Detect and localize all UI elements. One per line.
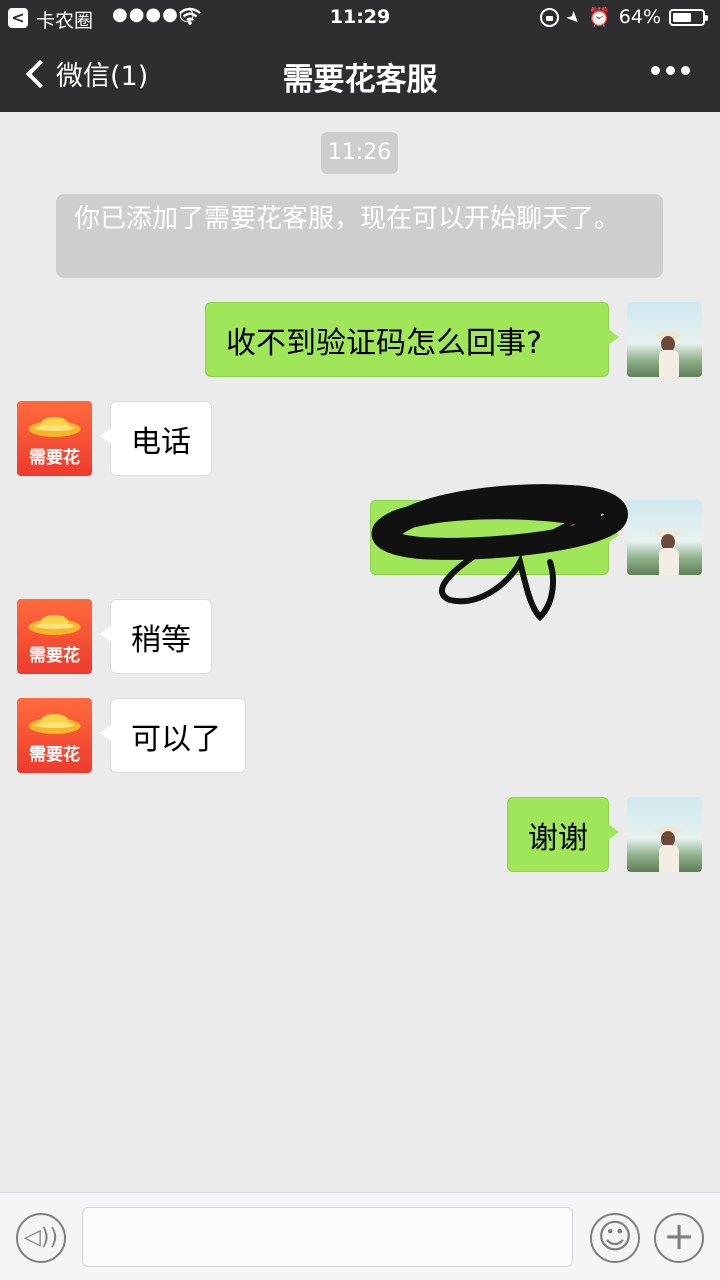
ingot-icon [28,714,81,734]
message-bubble-incoming[interactable]: 稍等 [100,599,212,674]
voice-wave-icon: ◁)) [23,1225,59,1250]
brand-logo-text: 需要花 [29,448,80,468]
user-avatar[interactable] [627,797,702,872]
ingot-icon [28,615,81,635]
status-right: ➤ ⏰ 64% [539,5,708,29]
message-input[interactable] [82,1207,573,1267]
voice-input-button[interactable]: ◁)) [16,1213,66,1263]
nav-bar: 微信(1) 需要花客服 [0,36,720,112]
message-bubble-incoming[interactable]: 电话 [100,401,212,476]
top-bar: < 卡农圈 ●●●●○ 11:29 ➤ ⏰ 64% 微信(1) 需要花客服 [0,0,720,112]
message-bubble-outgoing[interactable]: 谢谢 [507,797,619,872]
plus-icon: + [663,1214,695,1258]
message-bubble-outgoing[interactable]: 收不到验证码怎么回事? [205,302,619,377]
battery-percent: 64% [618,6,661,28]
user-avatar[interactable] [627,500,702,575]
more-actions-button[interactable]: + [654,1213,704,1263]
brand-avatar[interactable]: 需要花 [17,401,92,476]
user-avatar[interactable] [627,302,702,377]
more-dot-icon [666,66,675,75]
status-bar: < 卡农圈 ●●●●○ 11:29 ➤ ⏰ 64% [0,0,720,36]
emoji-button[interactable]: ☺ [590,1213,640,1263]
message-bubble-incoming[interactable]: 可以了 [100,698,246,773]
rotation-lock-icon [539,7,559,27]
more-dot-icon [651,66,660,75]
input-bar: ◁)) ☺ + [0,1192,720,1280]
brand-logo-text: 需要花 [29,745,80,765]
chat-title: 需要花客服 [282,62,438,98]
brand-avatar[interactable]: 需要花 [17,698,92,773]
smiley-icon: ☺ [597,1217,633,1257]
message-bubble-outgoing-redacted[interactable] [370,500,619,575]
chat-area[interactable]: 11:26 你已添加了需要花客服，现在可以开始聊天了。 收不到验证码怎么回事? … [0,112,720,1192]
system-notice: 你已添加了需要花客服，现在可以开始聊天了。 [56,194,663,278]
ingot-icon [28,417,81,437]
location-arrow-icon: ➤ [562,5,586,29]
alarm-icon: ⏰ [588,6,611,28]
more-dot-icon [681,66,690,75]
battery-icon [669,8,708,26]
message-timestamp: 11:26 [321,132,398,174]
brand-avatar[interactable]: 需要花 [17,599,92,674]
more-options-button[interactable] [651,66,690,75]
brand-logo-text: 需要花 [29,646,80,666]
